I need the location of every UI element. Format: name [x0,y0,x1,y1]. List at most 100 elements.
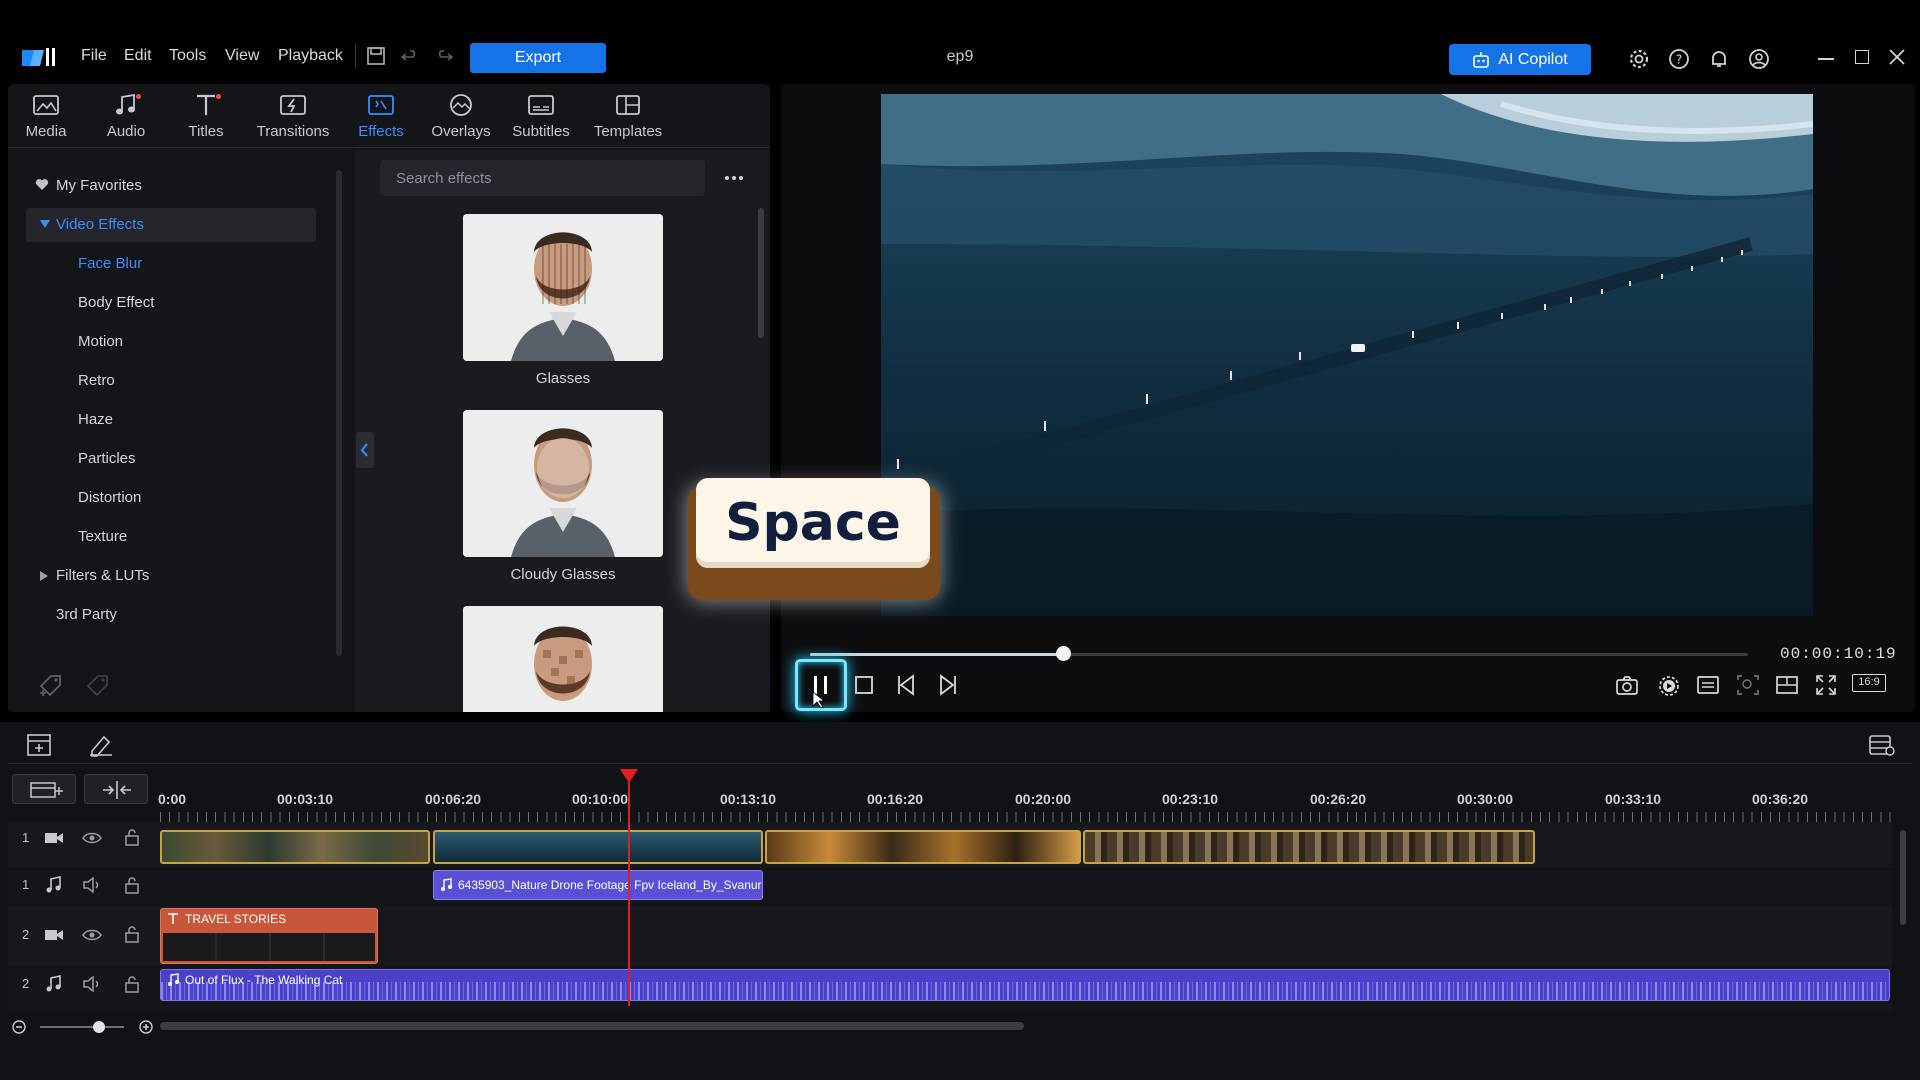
close-window-icon[interactable] [1888,48,1906,66]
timeline-horizontal-scrollbar[interactable] [160,1022,1024,1030]
category-distortion[interactable]: Distortion [78,489,141,506]
tab-transitions[interactable]: Transitions [253,92,333,140]
robot-icon [1472,51,1490,69]
title-bar [0,0,1920,84]
previous-frame-icon[interactable] [896,674,918,696]
timeline-vertical-scrollbar[interactable] [1900,830,1906,925]
undo-icon[interactable] [400,46,420,66]
playhead-handle[interactable] [620,769,638,783]
category-3rd-party[interactable]: 3rd Party [56,606,117,623]
more-options-icon[interactable] [724,170,744,186]
effect-thumbnail-3[interactable] [463,606,663,712]
collapse-panel-button[interactable] [356,432,374,468]
track-manager-button[interactable] [12,774,76,804]
visibility-eye-icon[interactable] [82,927,102,943]
lock-icon[interactable] [124,975,140,993]
play-pause-button[interactable] [795,659,847,711]
category-video-effects[interactable]: Video Effects [56,216,144,233]
video-clip[interactable] [433,830,763,864]
category-motion[interactable]: Motion [78,333,123,350]
menu-edit[interactable]: Edit [124,47,152,65]
audio-clip-music[interactable]: Out of Flux - The Walking Cat [160,969,1890,1001]
layout-toggle-icon[interactable] [1775,674,1798,696]
clip-label: Out of Flux - The Walking Cat [185,973,343,987]
zoom-preview-icon[interactable] [1736,674,1759,696]
next-frame-icon[interactable] [936,674,958,696]
title-clip[interactable]: TRAVEL STORIES [160,908,378,964]
category-my-favorites[interactable]: My Favorites [56,177,142,194]
search-effects-input[interactable]: Search effects [380,160,705,196]
category-filters-luts[interactable]: Filters & LUTs [56,567,149,584]
caret-right-icon[interactable] [40,571,49,581]
category-retro[interactable]: Retro [78,372,115,389]
add-favorite-tag-icon[interactable] [38,673,64,697]
aspect-ratio-button[interactable]: 16:9 [1852,674,1886,692]
account-avatar-icon[interactable] [1748,48,1769,69]
zoom-slider-track[interactable] [40,1026,124,1028]
caret-down-icon[interactable] [40,220,50,229]
draw-pen-icon[interactable] [88,733,114,757]
snapshot-camera-icon[interactable] [1615,674,1638,696]
menu-view[interactable]: View [225,47,259,65]
restore-window-icon[interactable] [1855,50,1869,64]
category-face-blur[interactable]: Face Blur [78,255,142,272]
speaker-icon[interactable] [82,877,102,893]
ai-copilot-button[interactable]: AI Copilot [1449,44,1591,75]
video-preview[interactable] [881,94,1813,616]
ruler-label: 00:06:20 [425,791,482,807]
zoom-out-icon[interactable] [12,1020,26,1034]
audio-clip-drone[interactable]: 6435903_Nature Drone Footage Fpv Iceland… [433,870,763,900]
lock-icon[interactable] [124,876,140,894]
fit-timeline-button[interactable] [84,774,148,804]
tab-media[interactable]: Media [6,92,86,140]
ruler-label: 00:30:00 [1457,791,1514,807]
subtitle-toggle-icon[interactable] [1696,674,1719,696]
category-haze[interactable]: Haze [78,411,113,428]
add-track-icon[interactable] [26,733,52,757]
zoom-in-icon[interactable] [139,1020,153,1034]
category-particles[interactable]: Particles [78,450,136,467]
tab-audio[interactable]: Audio [86,92,166,140]
menu-playback[interactable]: Playback [278,47,343,65]
export-button[interactable]: Export [470,43,606,73]
menu-tools[interactable]: Tools [169,47,206,65]
lock-icon[interactable] [124,925,140,943]
music-note-icon [167,973,179,987]
redo-icon[interactable] [434,46,454,66]
ruler-label: 00:26:20 [1310,791,1367,807]
tab-label: Audio [106,123,146,140]
stop-icon[interactable] [853,674,875,696]
video-clip[interactable] [1083,830,1535,864]
render-preview-icon[interactable] [1657,674,1679,696]
lock-icon[interactable] [124,828,140,846]
effect-thumbnail-glasses[interactable] [463,214,663,361]
fullscreen-icon[interactable] [1815,674,1837,696]
tab-subtitles[interactable]: Subtitles [501,92,581,140]
ruler-label: 00:03:10 [277,791,334,807]
effect-thumbnail-cloudy-glasses[interactable] [463,410,663,557]
minimize-icon[interactable] [1818,58,1834,60]
effects-scrollbar[interactable] [758,208,764,338]
help-icon[interactable]: ? [1668,48,1689,69]
remove-tag-icon[interactable] [85,673,111,697]
category-body-effect[interactable]: Body Effect [78,294,154,311]
settings-gear-icon[interactable] [1628,48,1649,69]
tab-effects[interactable]: Effects [341,92,421,140]
tab-templates[interactable]: Templates [588,92,668,140]
video-clip[interactable] [765,830,1081,864]
category-texture[interactable]: Texture [78,528,127,545]
visibility-eye-icon[interactable] [82,830,102,846]
video-clip[interactable] [160,830,430,864]
zoom-slider-knob[interactable] [93,1021,105,1033]
notification-bell-icon[interactable] [1708,48,1728,68]
menu-file[interactable]: File [81,47,107,65]
tab-overlays[interactable]: Overlays [421,92,501,140]
timeline-settings-icon[interactable] [1868,733,1896,757]
ruler-label: 00:16:20 [867,791,924,807]
category-scrollbar[interactable] [336,170,342,656]
scrub-progress [810,653,1064,656]
tab-titles[interactable]: Titles [166,92,246,140]
save-icon[interactable] [366,46,386,66]
speaker-icon[interactable] [82,976,102,992]
audio-track-icon [44,876,64,894]
